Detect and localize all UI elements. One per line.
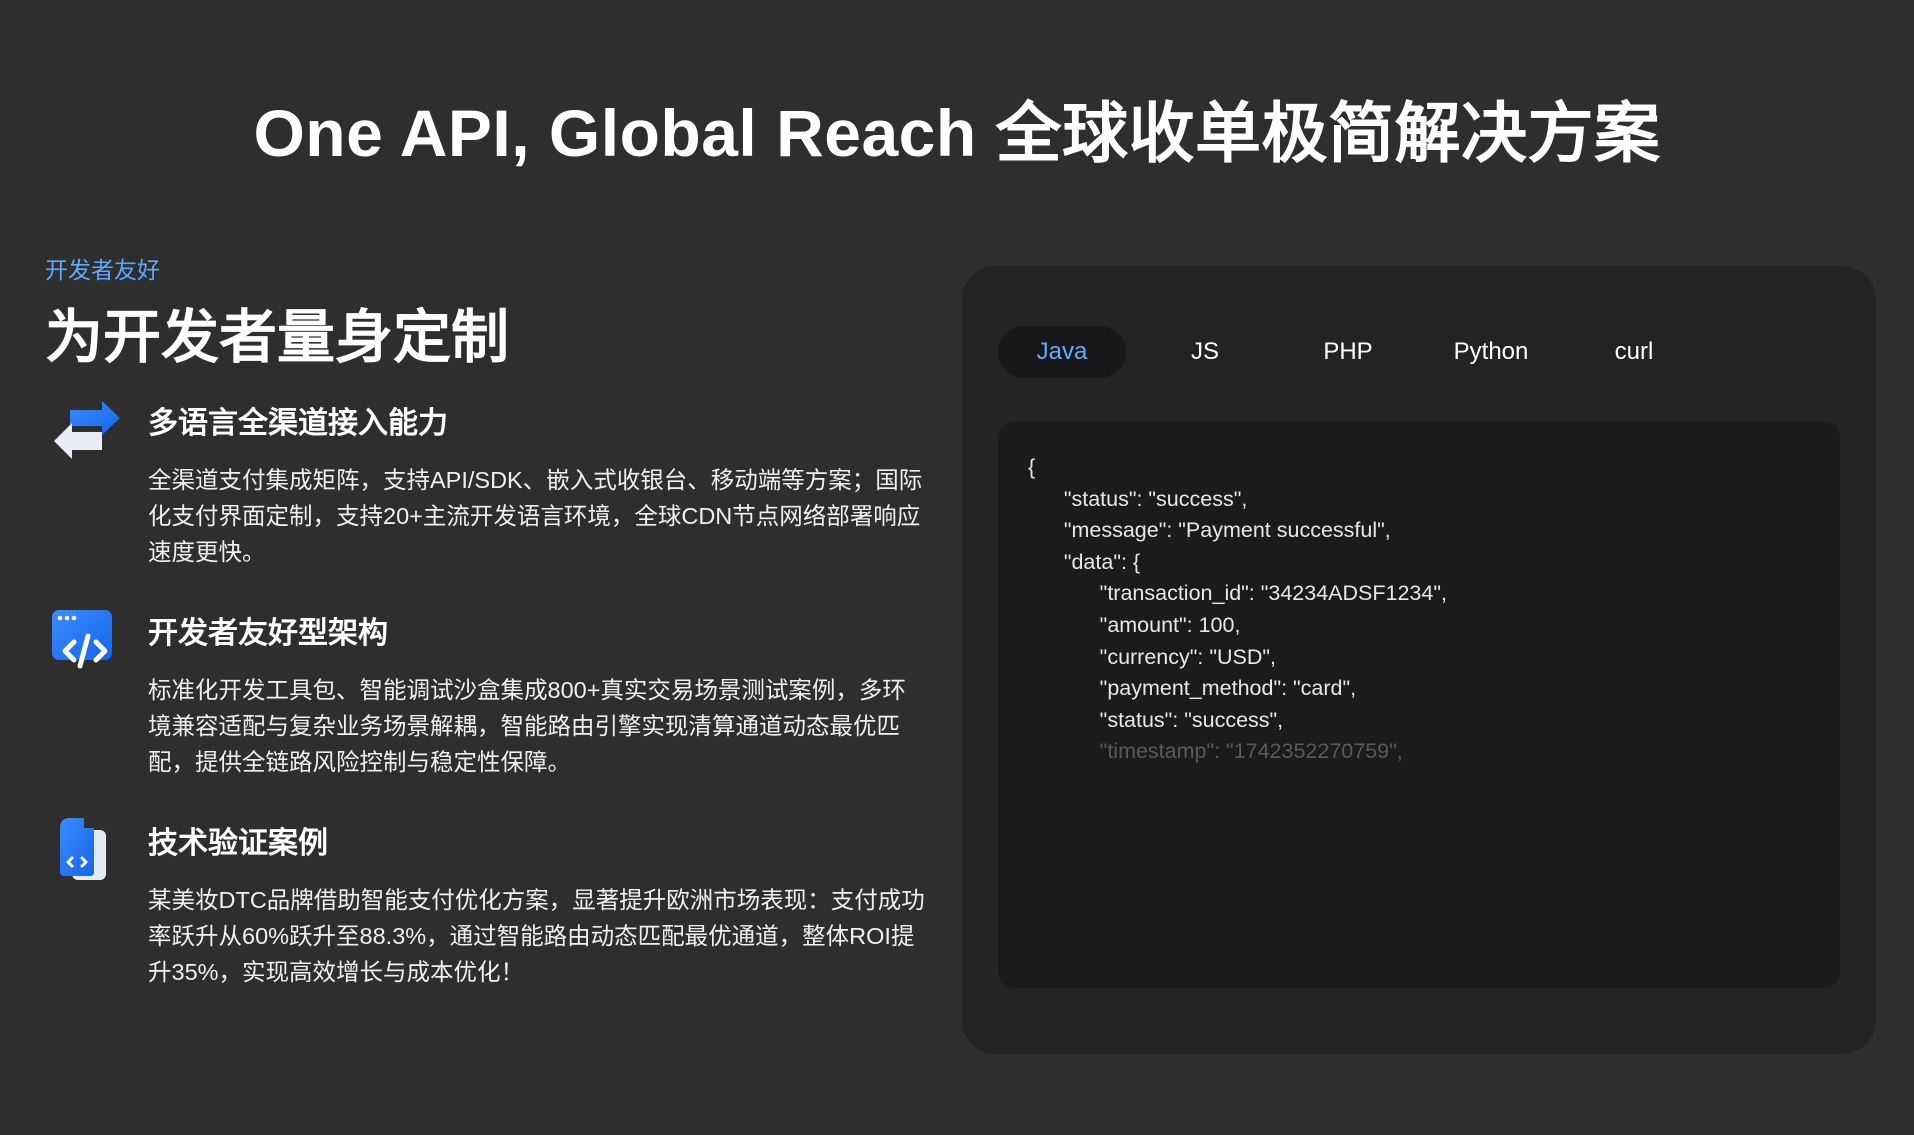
feature-item: 多语言全渠道接入能力 全渠道支付集成矩阵，支持API/SDK、嵌入式收银台、移动… — [45, 400, 925, 570]
tab-java[interactable]: Java — [998, 326, 1126, 378]
code-line: "transaction_id": "34234ADSF1234", — [1028, 581, 1447, 606]
arrows-exchange-icon — [54, 401, 120, 459]
developer-section: 开发者友好 为开发者量身定制 多语言全渠道接入能力 全渠道支付集成矩阵，支持AP… — [45, 250, 925, 990]
language-tabs: Java JS PHP Python curl — [998, 326, 1713, 378]
code-document-icon — [60, 818, 106, 880]
code-line: { — [1028, 455, 1036, 479]
code-line: "message": "Payment successful", — [1028, 518, 1391, 543]
feature-list: 多语言全渠道接入能力 全渠道支付集成矩阵，支持API/SDK、嵌入式收银台、移动… — [45, 400, 925, 990]
feature-title: 技术验证案例 — [148, 827, 328, 860]
code-line: "currency": "USD", — [1028, 644, 1276, 669]
code-window-icon — [52, 610, 112, 669]
page-title: One API, Global Reach 全球收单极简解决方案 — [253, 96, 1661, 170]
feature-item: 技术验证案例 某美妆DTC品牌借助智能支付优化方案，显著提升欧洲市场表现：支付成… — [45, 818, 925, 990]
tab-php[interactable]: PHP — [1284, 326, 1412, 378]
code-line: "status": "success", — [1028, 707, 1284, 732]
code-line: "amount": 100, — [1028, 612, 1241, 637]
feature-title: 多语言全渠道接入能力 — [148, 407, 448, 440]
code-line: "status": "success", — [1028, 486, 1248, 511]
tab-curl[interactable]: curl — [1570, 326, 1698, 378]
feature-description: 标准化开发工具包、智能调试沙盒集成800+真实交易场景测试案例，多环境兼容适配与… — [148, 677, 906, 775]
code-line: "payment_method": "card", — [1028, 676, 1357, 701]
section-heading: 为开发者量身定制 — [45, 305, 510, 370]
feature-item: 开发者友好型架构 标准化开发工具包、智能调试沙盒集成800+真实交易场景测试案例… — [45, 610, 925, 780]
feature-description: 某美妆DTC品牌借助智能支付优化方案，显著提升欧洲市场表现：支付成功率跃升从60… — [148, 887, 925, 985]
code-sample-panel: Java JS PHP Python curl { "status": "suc… — [962, 266, 1876, 1054]
feature-description: 全渠道支付集成矩阵，支持API/SDK、嵌入式收银台、移动端等方案；国际化支付界… — [148, 467, 923, 565]
code-line: "data": { — [1028, 549, 1141, 574]
code-line-faded: "timestamp": "1742352270759", — [1028, 739, 1403, 764]
feature-title: 开发者友好型架构 — [148, 617, 388, 650]
code-block: { "status": "success", "message": "Payme… — [998, 422, 1840, 988]
tab-js[interactable]: JS — [1141, 326, 1269, 378]
section-eyebrow: 开发者友好 — [45, 257, 160, 283]
tab-python[interactable]: Python — [1427, 326, 1555, 378]
